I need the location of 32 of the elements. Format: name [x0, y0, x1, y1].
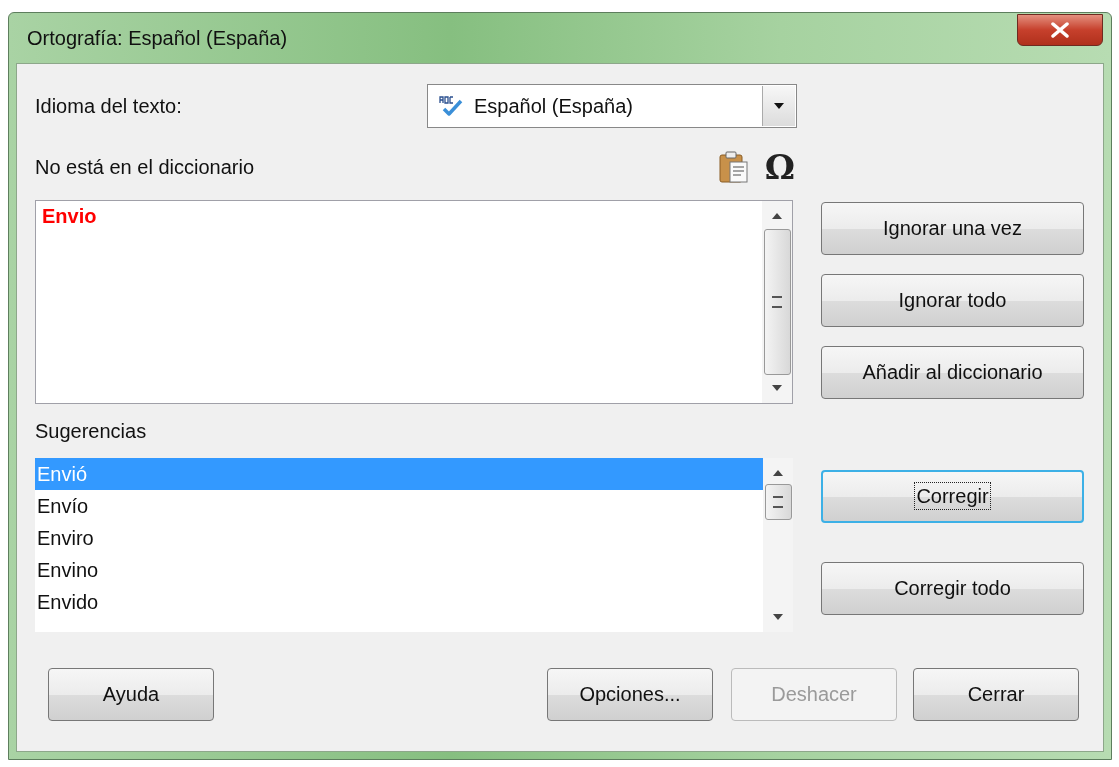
action-button[interactable]: Corregir [821, 470, 1084, 523]
suggestion-item[interactable]: Enviro [35, 522, 763, 554]
window-title: Ortografía: Español (España) [27, 26, 288, 50]
misspelled-word: Envio [42, 205, 97, 227]
language-dropdown[interactable]: Español (España) [427, 84, 797, 128]
dialog-button[interactable]: Opciones... [547, 668, 713, 721]
scrollbar[interactable] [763, 458, 793, 632]
spellcheck-icon [438, 95, 464, 117]
misspelled-text-box[interactable]: Envio [35, 200, 793, 404]
dialog-button[interactable]: Ayuda [48, 668, 214, 721]
suggestion-item[interactable]: Envino [35, 554, 763, 586]
close-icon [1050, 22, 1070, 38]
special-character-icon[interactable]: Ω [764, 150, 795, 184]
action-button[interactable]: Corregir todo [821, 562, 1084, 615]
dialog-button[interactable]: Cerrar [913, 668, 1079, 721]
suggestions-label: Sugerencias [35, 420, 148, 444]
scroll-thumb[interactable] [764, 484, 792, 520]
scroll-down-icon[interactable] [773, 614, 783, 620]
scroll-up-icon[interactable] [772, 213, 782, 219]
close-button[interactable] [1017, 14, 1103, 46]
paste-icon[interactable] [716, 150, 751, 184]
action-button[interactable]: Ignorar todo [821, 274, 1084, 327]
suggestion-item[interactable]: Envido [35, 586, 763, 618]
suggestion-item[interactable]: Envío [35, 490, 763, 522]
action-button[interactable]: Añadir al diccionario [821, 346, 1084, 399]
language-label: Idioma del texto: [35, 94, 183, 118]
scroll-down-icon[interactable] [772, 385, 782, 391]
scroll-up-icon[interactable] [773, 470, 783, 476]
action-button[interactable]: Ignorar una vez [821, 202, 1084, 255]
scrollbar[interactable] [762, 201, 792, 403]
scroll-thumb[interactable] [763, 229, 791, 375]
not-in-dictionary-label: No está en el diccionario [35, 155, 254, 179]
